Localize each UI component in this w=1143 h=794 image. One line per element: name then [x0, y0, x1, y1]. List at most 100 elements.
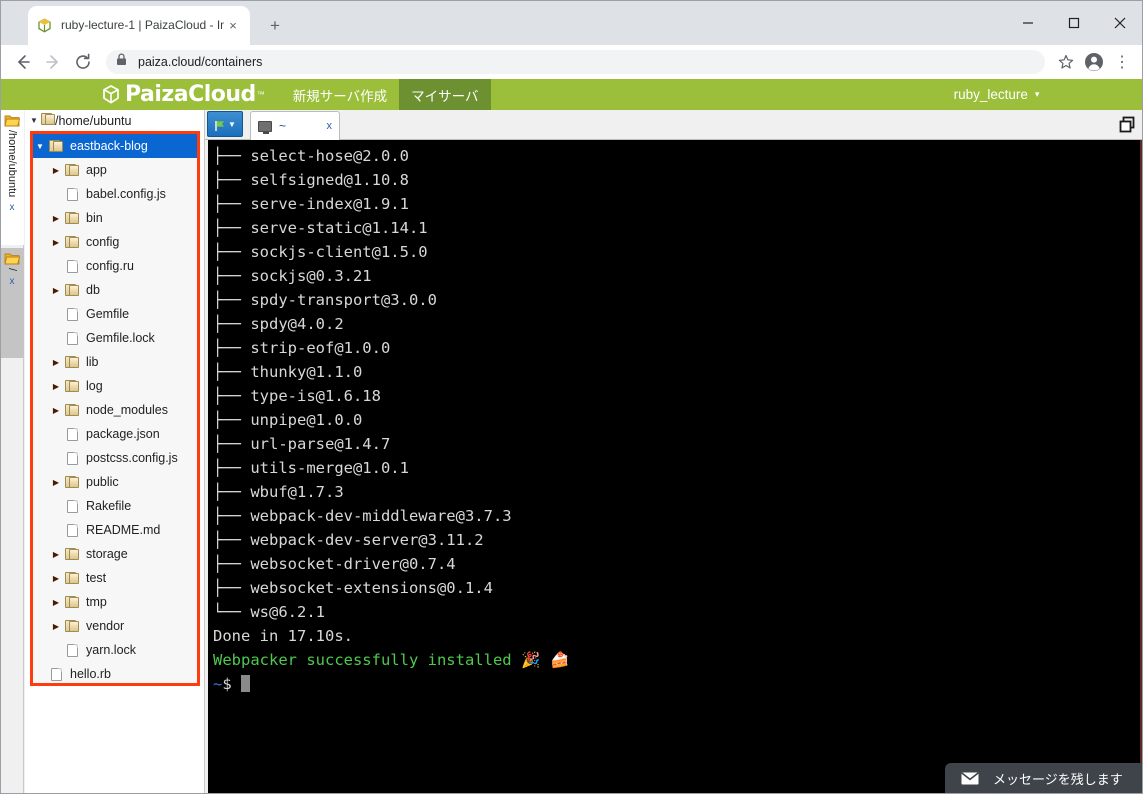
folder-icon: [63, 476, 81, 488]
maximize-icon[interactable]: [1051, 0, 1097, 45]
terminal-prompt[interactable]: ~$: [213, 672, 1143, 696]
browser-menu-icon[interactable]: ⋮: [1109, 49, 1135, 75]
tree-node-gemfile[interactable]: Gemfile: [33, 302, 197, 326]
file-tree-list[interactable]: ▼ eastback-blog ▶ app babel.config.js ▶ bin ▶ co…: [30, 131, 200, 686]
file-icon: [63, 523, 81, 537]
vertical-tab-home-ubuntu[interactable]: /home/ubuntu x: [0, 110, 24, 245]
monitor-icon: [258, 120, 272, 134]
reload-button[interactable]: [68, 47, 98, 77]
vertical-tab-close-icon[interactable]: x: [10, 202, 15, 213]
tree-node-config-ru[interactable]: config.ru: [33, 254, 197, 278]
tree-node-readme-md[interactable]: README.md: [33, 518, 197, 542]
chevron-right-icon[interactable]: ▶: [49, 598, 63, 607]
terminal-tab-close-icon[interactable]: x: [327, 120, 333, 132]
folder-icon: [63, 620, 81, 632]
window-controls: [1005, 0, 1143, 45]
terminal-cursor: [241, 675, 251, 692]
lock-icon: [116, 53, 130, 71]
folder-icon: [63, 212, 81, 224]
chevron-right-icon[interactable]: ▶: [49, 358, 63, 367]
chevron-right-icon[interactable]: ▶: [49, 214, 63, 223]
terminal-tab[interactable]: ~ x: [250, 111, 340, 140]
chevron-right-icon[interactable]: ▶: [49, 238, 63, 247]
chevron-down-icon[interactable]: ▼: [27, 116, 41, 125]
new-tab-button[interactable]: +: [262, 13, 288, 39]
tree-node-vendor[interactable]: ▶ vendor: [33, 614, 197, 638]
tree-node-label: app: [86, 163, 107, 177]
nav-create-server[interactable]: 新規サーバ作成: [281, 79, 399, 110]
tree-node-app[interactable]: ▶ app: [33, 158, 197, 182]
tree-node-hello-rb[interactable]: hello.rb: [33, 662, 197, 683]
chevron-down-icon[interactable]: ▼: [33, 142, 47, 151]
tree-node-lib[interactable]: ▶ lib: [33, 350, 197, 374]
tree-node-postcss-config-js[interactable]: postcss.config.js: [33, 446, 197, 470]
tree-node-config[interactable]: ▶ config: [33, 230, 197, 254]
close-icon[interactable]: [1097, 0, 1143, 45]
bookmark-star-icon[interactable]: [1053, 49, 1079, 75]
forward-button[interactable]: [38, 47, 68, 77]
browser-tab-title: ruby-lecture-1 | PaizaCloud - Inst: [61, 18, 224, 32]
terminal-line: ├── webpack-dev-middleware@3.7.3: [213, 507, 512, 525]
chevron-right-icon[interactable]: ▶: [49, 286, 63, 295]
profile-icon[interactable]: [1081, 49, 1107, 75]
back-button[interactable]: [8, 47, 38, 77]
tree-node-rakefile[interactable]: Rakefile: [33, 494, 197, 518]
terminal-line: ├── spdy-transport@3.0.0: [213, 291, 437, 309]
chevron-right-icon[interactable]: ▶: [49, 382, 63, 391]
browser-tab[interactable]: ruby-lecture-1 | PaizaCloud - Inst ×: [28, 6, 250, 45]
leave-message-widget[interactable]: メッセージを残します: [945, 763, 1143, 794]
folder-icon: [47, 140, 65, 152]
terminal-line: ├── selfsigned@1.10.8: [213, 171, 409, 189]
terminal-line: ├── strip-eof@1.0.0: [213, 339, 391, 357]
tree-node-bin[interactable]: ▶ bin: [33, 206, 197, 230]
terminal-line: ├── sockjs@0.3.21: [213, 267, 372, 285]
nav-my-server[interactable]: マイサーバ: [399, 79, 491, 110]
address-bar[interactable]: paiza.cloud/containers: [106, 50, 1045, 74]
vertical-tab-close-icon[interactable]: x: [10, 276, 15, 287]
file-tree-root-label: /home/ubuntu: [55, 113, 132, 128]
chevron-right-icon[interactable]: ▶: [49, 622, 63, 631]
chevron-right-icon[interactable]: ▶: [49, 550, 63, 559]
user-menu[interactable]: ruby_lecture ▾: [850, 79, 1143, 110]
browser-titlebar: ruby-lecture-1 | PaizaCloud - Inst × +: [0, 0, 1143, 45]
tree-node-label: hello.rb: [70, 667, 111, 681]
chevron-right-icon[interactable]: ▶: [49, 574, 63, 583]
chevron-right-icon[interactable]: ▶: [49, 406, 63, 415]
tree-node-label: vendor: [86, 619, 125, 633]
tree-node-storage[interactable]: ▶ storage: [33, 542, 197, 566]
tree-node-log[interactable]: ▶ log: [33, 374, 197, 398]
terminal-output[interactable]: ├── select-hose@2.0.0 ├── selfsigned@1.10…: [208, 140, 1143, 794]
terminal-line: ├── sockjs-client@1.5.0: [213, 243, 428, 261]
tab-close-icon[interactable]: ×: [224, 17, 242, 35]
vertical-tab-label: /home/ubuntu: [6, 130, 18, 198]
terminal-line: ├── websocket-extensions@0.1.4: [213, 579, 493, 597]
vertical-tab-root[interactable]: / x: [0, 248, 24, 358]
tree-node-node-modules[interactable]: ▶ node_modules: [33, 398, 197, 422]
terminal-line: ├── url-parse@1.4.7: [213, 435, 391, 453]
tree-node-tmp[interactable]: ▶ tmp: [33, 590, 197, 614]
terminal-line: ├── select-hose@2.0.0: [213, 147, 409, 165]
tree-node-gemfile-lock[interactable]: Gemfile.lock: [33, 326, 197, 350]
paizacloud-logo[interactable]: PaizaCloud ™: [101, 81, 265, 107]
tree-node-yarn-lock[interactable]: yarn.lock: [33, 638, 197, 662]
paizacloud-logo-text: PaizaCloud: [125, 81, 256, 107]
chevron-right-icon[interactable]: ▶: [49, 166, 63, 175]
tree-node-db[interactable]: ▶ db: [33, 278, 197, 302]
folder-icon: [63, 284, 81, 296]
browser-toolbar: paiza.cloud/containers ⋮: [0, 45, 1143, 79]
leave-message-label: メッセージを残します: [993, 772, 1123, 787]
minimize-icon[interactable]: [1005, 0, 1051, 45]
chevron-down-icon[interactable]: ▼: [228, 120, 236, 129]
new-terminal-button[interactable]: ▼: [207, 111, 243, 137]
tree-node-test[interactable]: ▶ test: [33, 566, 197, 590]
tree-node-label: config: [86, 235, 120, 249]
duplicate-window-icon[interactable]: [1118, 116, 1136, 134]
file-tree-root[interactable]: ▼ /home/ubuntu: [25, 110, 204, 131]
tree-node-babel-config-js[interactable]: babel.config.js: [33, 182, 197, 206]
tree-node-public[interactable]: ▶ public: [33, 470, 197, 494]
address-bar-url: paiza.cloud/containers: [138, 55, 263, 69]
tree-node-eastback-blog[interactable]: ▼ eastback-blog: [33, 134, 197, 158]
folder-open-icon: [4, 114, 21, 127]
tree-node-package-json[interactable]: package.json: [33, 422, 197, 446]
chevron-right-icon[interactable]: ▶: [49, 478, 63, 487]
